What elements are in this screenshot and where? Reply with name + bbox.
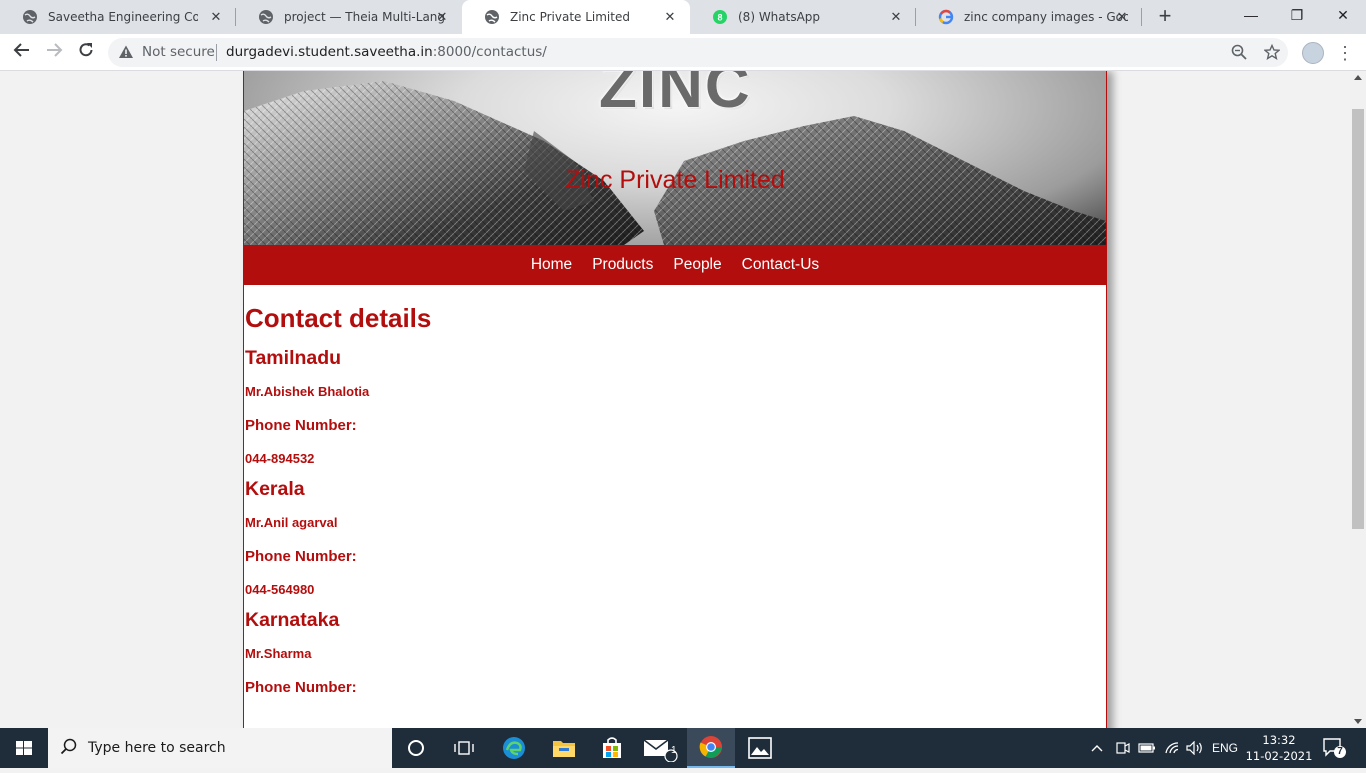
windows-taskbar: Type here to search 1 ENG 13:32 11-02-20… <box>0 728 1366 768</box>
reload-icon[interactable] <box>74 41 98 65</box>
close-icon[interactable]: ✕ <box>1114 9 1130 25</box>
globe-icon <box>22 9 38 25</box>
window-close-button[interactable]: ✕ <box>1320 0 1366 30</box>
state-heading-kerala: Kerala <box>245 478 305 500</box>
tab-strip: Saveetha Engineering College ✕ project —… <box>0 0 1366 34</box>
clock[interactable]: 13:32 11-02-2021 <box>1244 732 1314 764</box>
nav-products[interactable]: Products <box>592 256 653 274</box>
menu-dots-icon[interactable]: ⋮ <box>1336 41 1354 65</box>
nav-home[interactable]: Home <box>531 256 572 274</box>
taskbar-search-box[interactable]: Type here to search <box>48 728 392 768</box>
url-text[interactable]: durgadevi.student.saveetha.in:8000/conta… <box>226 44 547 60</box>
url-host: durgadevi.student.saveetha.in <box>226 44 433 60</box>
scrollbar-thumb[interactable] <box>1352 109 1364 529</box>
page-container: ZINC Zinc Private Limited Home Products … <box>243 71 1107 728</box>
globe-icon <box>484 9 500 25</box>
forward-arrow-icon[interactable] <box>42 41 66 65</box>
profile-avatar[interactable] <box>1302 42 1324 64</box>
tab-google[interactable]: zinc company images - Google ✕ <box>916 0 1142 34</box>
site-navbar: Home Products People Contact-Us <box>244 245 1106 285</box>
banner-subtitle: Zinc Private Limited <box>565 166 785 194</box>
browser-toolbar: Not secure durgadevi.student.saveetha.in… <box>0 34 1366 71</box>
edge-icon[interactable] <box>490 728 538 768</box>
show-hidden-icons-chevron-icon[interactable] <box>1090 728 1104 768</box>
close-icon[interactable]: ✕ <box>434 9 450 25</box>
phone-label: Phone Number: <box>245 679 357 696</box>
restore-button[interactable]: ❐ <box>1274 0 1320 30</box>
search-placeholder: Type here to search <box>88 740 226 756</box>
wifi-icon[interactable] <box>1164 728 1182 768</box>
back-arrow-icon[interactable] <box>10 41 34 65</box>
volume-icon[interactable] <box>1186 728 1204 768</box>
language-indicator[interactable]: ENG <box>1212 728 1238 768</box>
close-icon[interactable]: ✕ <box>662 9 678 25</box>
svg-text:8: 8 <box>717 13 722 23</box>
meet-now-icon[interactable] <box>1114 728 1130 768</box>
tab-separator <box>1141 8 1142 26</box>
divider <box>216 44 217 61</box>
tab-title: Saveetha Engineering College <box>48 10 198 24</box>
tab-saveetha[interactable]: Saveetha Engineering College ✕ <box>0 0 236 34</box>
page-title: Contact details <box>245 303 432 333</box>
google-icon <box>938 9 954 25</box>
tab-title: project — Theia Multi-Languag <box>284 10 446 24</box>
new-tab-button[interactable]: + <box>1154 5 1176 28</box>
nav-contact-us[interactable]: Contact-Us <box>742 256 820 274</box>
scroll-up-arrow-icon[interactable] <box>1354 75 1362 80</box>
notification-count: 7 <box>1337 746 1343 757</box>
phone-label: Phone Number: <box>245 417 357 434</box>
bookmark-star-icon[interactable] <box>1263 43 1281 62</box>
vertical-scrollbar[interactable] <box>1350 71 1366 728</box>
url-path: :8000/contactus/ <box>432 44 547 60</box>
contact-name: Mr.Abishek Bhalotia <box>245 384 370 399</box>
phone-number: 044-894532 <box>245 451 315 466</box>
tab-title: (8) WhatsApp <box>738 10 821 24</box>
contact-name: Mr.Sharma <box>245 646 312 661</box>
mail-icon[interactable]: 1 <box>636 728 684 768</box>
photos-icon[interactable] <box>736 728 784 768</box>
tab-zinc-active[interactable]: Zinc Private Limited ✕ <box>462 0 690 34</box>
cortana-icon[interactable] <box>392 728 440 768</box>
phone-label: Phone Number: <box>245 548 357 565</box>
address-bar[interactable]: Not secure durgadevi.student.saveetha.in… <box>108 38 1288 67</box>
warning-icon[interactable] <box>118 44 134 60</box>
contact-content: Contact details Tamilnadu Mr.Abishek Bha… <box>245 285 1095 713</box>
page-viewport: ZINC Zinc Private Limited Home Products … <box>0 71 1350 728</box>
close-icon[interactable]: ✕ <box>208 9 224 25</box>
clock-time: 13:32 <box>1262 733 1296 747</box>
clock-date: 11-02-2021 <box>1245 749 1313 763</box>
file-explorer-icon[interactable] <box>540 728 588 768</box>
mail-badge: 1 <box>671 745 677 756</box>
globe-icon <box>258 9 274 25</box>
phone-number: 044-564980 <box>245 582 315 597</box>
close-icon[interactable]: ✕ <box>888 9 904 25</box>
state-heading-karnataka: Karnataka <box>245 609 340 631</box>
windows-start-icon[interactable] <box>0 728 48 768</box>
banner-image: ZINC Zinc Private Limited <box>244 71 1106 245</box>
task-view-icon[interactable] <box>440 728 488 768</box>
chrome-icon[interactable] <box>687 728 735 768</box>
scroll-down-arrow-icon[interactable] <box>1354 719 1362 724</box>
nav-people[interactable]: People <box>673 256 721 274</box>
security-label[interactable]: Not secure <box>142 44 215 60</box>
banner-logo-text: ZINC <box>599 71 752 121</box>
store-icon[interactable] <box>588 728 636 768</box>
contact-name: Mr.Anil agarval <box>245 515 338 530</box>
notification-center-icon[interactable]: 7 <box>1322 736 1348 760</box>
tab-theia[interactable]: project — Theia Multi-Languag ✕ <box>236 0 462 34</box>
tab-title: zinc company images - Google <box>964 10 1128 24</box>
whatsapp-icon: 8 <box>712 9 728 25</box>
zoom-icon[interactable] <box>1230 44 1248 62</box>
state-heading-tamilnadu: Tamilnadu <box>245 347 342 369</box>
search-icon <box>60 738 78 761</box>
battery-icon[interactable] <box>1138 728 1156 768</box>
tab-whatsapp[interactable]: 8 (8) WhatsApp ✕ <box>690 0 916 34</box>
tab-title: Zinc Private Limited <box>510 10 630 24</box>
minimize-button[interactable]: — <box>1228 0 1274 30</box>
